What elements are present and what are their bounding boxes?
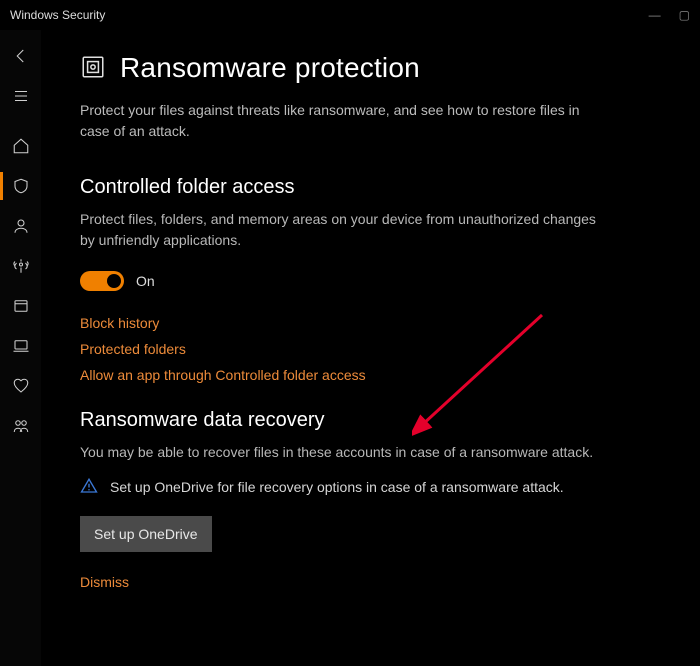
warning-icon [80,477,98,498]
nav-home[interactable] [0,126,42,166]
allow-app-link[interactable]: Allow an app through Controlled folder a… [80,367,660,383]
recovery-warning-text: Set up OneDrive for file recovery option… [110,477,564,497]
device-security-icon [12,337,30,355]
toggle-knob [107,274,121,288]
dismiss-link[interactable]: Dismiss [80,574,660,590]
family-icon [12,417,30,435]
nav-firewall[interactable] [0,246,42,286]
recovery-heading: Ransomware data recovery [80,409,660,432]
minimize-button[interactable]: — [649,8,661,22]
nav-family-options[interactable] [0,406,42,446]
page-title: Ransomware protection [120,52,420,84]
setup-onedrive-button[interactable]: Set up OneDrive [80,516,212,552]
controlled-access-toggle[interactable] [80,271,124,291]
firewall-icon [12,257,30,275]
back-icon [12,47,30,65]
controlled-access-description: Protect files, folders, and memory areas… [80,209,600,251]
nav-device-security[interactable] [0,326,42,366]
menu-icon [12,87,30,105]
shield-icon [12,177,30,195]
nav-account-protection[interactable] [0,206,42,246]
nav-app-browser-control[interactable] [0,286,42,326]
page-description: Protect your files against threats like … [80,100,600,142]
health-icon [12,377,30,395]
toggle-state-label: On [136,273,155,289]
app-control-icon [12,297,30,315]
ransomware-page-icon [80,54,106,83]
home-icon [12,137,30,155]
nav-device-performance[interactable] [0,366,42,406]
block-history-link[interactable]: Block history [80,315,660,331]
window-title: Windows Security [10,8,105,22]
back-button[interactable] [0,36,42,76]
recovery-description: You may be able to recover files in thes… [80,442,600,463]
maximize-button[interactable]: ▢ [679,8,690,22]
protected-folders-link[interactable]: Protected folders [80,341,660,357]
sidebar [0,30,42,666]
account-icon [12,217,30,235]
nav-virus-protection[interactable] [0,166,42,206]
menu-button[interactable] [0,76,42,116]
controlled-access-heading: Controlled folder access [80,176,660,199]
main-content: Ransomware protection Protect your files… [42,30,700,666]
